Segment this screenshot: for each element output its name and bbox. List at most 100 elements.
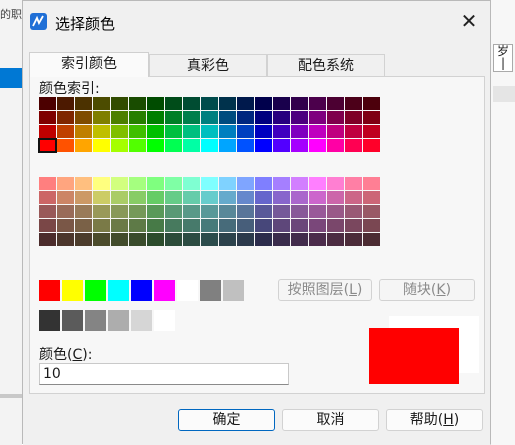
color-swatch[interactable] <box>183 205 200 218</box>
color-swatch[interactable] <box>345 97 362 110</box>
color-swatch[interactable] <box>39 233 56 246</box>
color-swatch[interactable] <box>39 177 56 190</box>
color-swatch[interactable] <box>237 233 254 246</box>
color-swatch[interactable] <box>309 205 326 218</box>
color-swatch[interactable] <box>273 233 290 246</box>
bylayer-button[interactable]: 按照图层(L) <box>278 279 372 301</box>
color-swatch[interactable] <box>57 219 74 232</box>
color-swatch[interactable] <box>39 191 56 204</box>
color-swatch[interactable] <box>345 139 362 152</box>
color-swatch[interactable] <box>147 97 164 110</box>
color-swatch[interactable] <box>291 219 308 232</box>
color-swatch[interactable] <box>273 97 290 110</box>
color-swatch[interactable] <box>345 205 362 218</box>
color-swatch[interactable] <box>309 177 326 190</box>
color-swatch[interactable] <box>57 233 74 246</box>
color-swatch[interactable] <box>273 177 290 190</box>
color-swatch[interactable] <box>255 111 272 124</box>
byblock-button[interactable]: 随块(K) <box>379 279 475 301</box>
color-swatch[interactable] <box>237 139 254 152</box>
color-swatch[interactable] <box>165 125 182 138</box>
color-swatch[interactable] <box>111 177 128 190</box>
color-swatch[interactable] <box>183 233 200 246</box>
color-swatch[interactable] <box>219 111 236 124</box>
color-swatch[interactable] <box>291 111 308 124</box>
color-swatch[interactable] <box>219 139 236 152</box>
color-swatch[interactable] <box>327 191 344 204</box>
color-swatch[interactable] <box>129 139 146 152</box>
color-swatch[interactable] <box>57 191 74 204</box>
color-swatch[interactable] <box>345 125 362 138</box>
color-swatch[interactable] <box>75 139 92 152</box>
color-swatch[interactable] <box>57 177 74 190</box>
color-swatch[interactable] <box>309 97 326 110</box>
color-swatch[interactable] <box>273 139 290 152</box>
color-swatch[interactable] <box>165 97 182 110</box>
color-swatch[interactable] <box>111 111 128 124</box>
color-swatch[interactable] <box>345 191 362 204</box>
standard-color-swatch[interactable] <box>131 280 152 301</box>
color-swatch[interactable] <box>255 125 272 138</box>
color-swatch[interactable] <box>111 125 128 138</box>
color-swatch[interactable] <box>75 219 92 232</box>
color-swatch[interactable] <box>237 191 254 204</box>
color-swatch[interactable] <box>93 125 110 138</box>
color-swatch[interactable] <box>255 233 272 246</box>
color-swatch[interactable] <box>273 111 290 124</box>
ok-button[interactable]: 确定 <box>178 409 275 431</box>
color-swatch[interactable] <box>363 139 380 152</box>
color-swatch[interactable] <box>309 125 326 138</box>
color-swatch[interactable] <box>57 125 74 138</box>
color-swatch[interactable] <box>38 138 57 153</box>
color-swatch[interactable] <box>147 205 164 218</box>
color-swatch[interactable] <box>129 111 146 124</box>
standard-color-swatch[interactable] <box>62 280 83 301</box>
color-swatch[interactable] <box>57 111 74 124</box>
help-button[interactable]: 帮助(H) <box>386 409 483 431</box>
color-swatch[interactable] <box>327 177 344 190</box>
color-swatch[interactable] <box>255 177 272 190</box>
color-swatch[interactable] <box>309 233 326 246</box>
standard-color-swatch[interactable] <box>39 280 60 301</box>
color-swatch[interactable] <box>363 97 380 110</box>
color-swatch[interactable] <box>183 111 200 124</box>
color-swatch[interactable] <box>219 219 236 232</box>
color-swatch[interactable] <box>219 233 236 246</box>
color-swatch[interactable] <box>165 191 182 204</box>
color-swatch[interactable] <box>291 125 308 138</box>
color-swatch[interactable] <box>363 125 380 138</box>
color-swatch[interactable] <box>201 177 218 190</box>
color-swatch[interactable] <box>363 233 380 246</box>
color-swatch[interactable] <box>147 111 164 124</box>
color-swatch[interactable] <box>93 111 110 124</box>
color-swatch[interactable] <box>39 205 56 218</box>
color-swatch[interactable] <box>147 139 164 152</box>
color-swatch[interactable] <box>255 191 272 204</box>
color-swatch[interactable] <box>237 111 254 124</box>
color-swatch[interactable] <box>345 111 362 124</box>
cancel-button[interactable]: 取消 <box>282 409 379 431</box>
tab-index-color[interactable]: 索引颜色 <box>29 52 149 77</box>
color-swatch[interactable] <box>111 219 128 232</box>
tab-color-books[interactable]: 配色系统 <box>267 54 385 76</box>
color-swatch[interactable] <box>291 139 308 152</box>
color-swatch[interactable] <box>201 125 218 138</box>
color-swatch[interactable] <box>129 97 146 110</box>
color-swatch[interactable] <box>327 233 344 246</box>
color-swatch[interactable] <box>273 205 290 218</box>
color-swatch[interactable] <box>147 125 164 138</box>
color-swatch[interactable] <box>201 233 218 246</box>
color-swatch[interactable] <box>111 205 128 218</box>
color-swatch[interactable] <box>111 97 128 110</box>
color-swatch[interactable] <box>165 219 182 232</box>
color-swatch[interactable] <box>111 233 128 246</box>
color-swatch[interactable] <box>345 219 362 232</box>
color-swatch[interactable] <box>201 139 218 152</box>
color-swatch[interactable] <box>75 177 92 190</box>
color-swatch[interactable] <box>75 233 92 246</box>
color-swatch[interactable] <box>273 219 290 232</box>
standard-color-swatch[interactable] <box>200 280 221 301</box>
color-swatch[interactable] <box>183 191 200 204</box>
color-swatch[interactable] <box>165 205 182 218</box>
color-swatch[interactable] <box>237 125 254 138</box>
